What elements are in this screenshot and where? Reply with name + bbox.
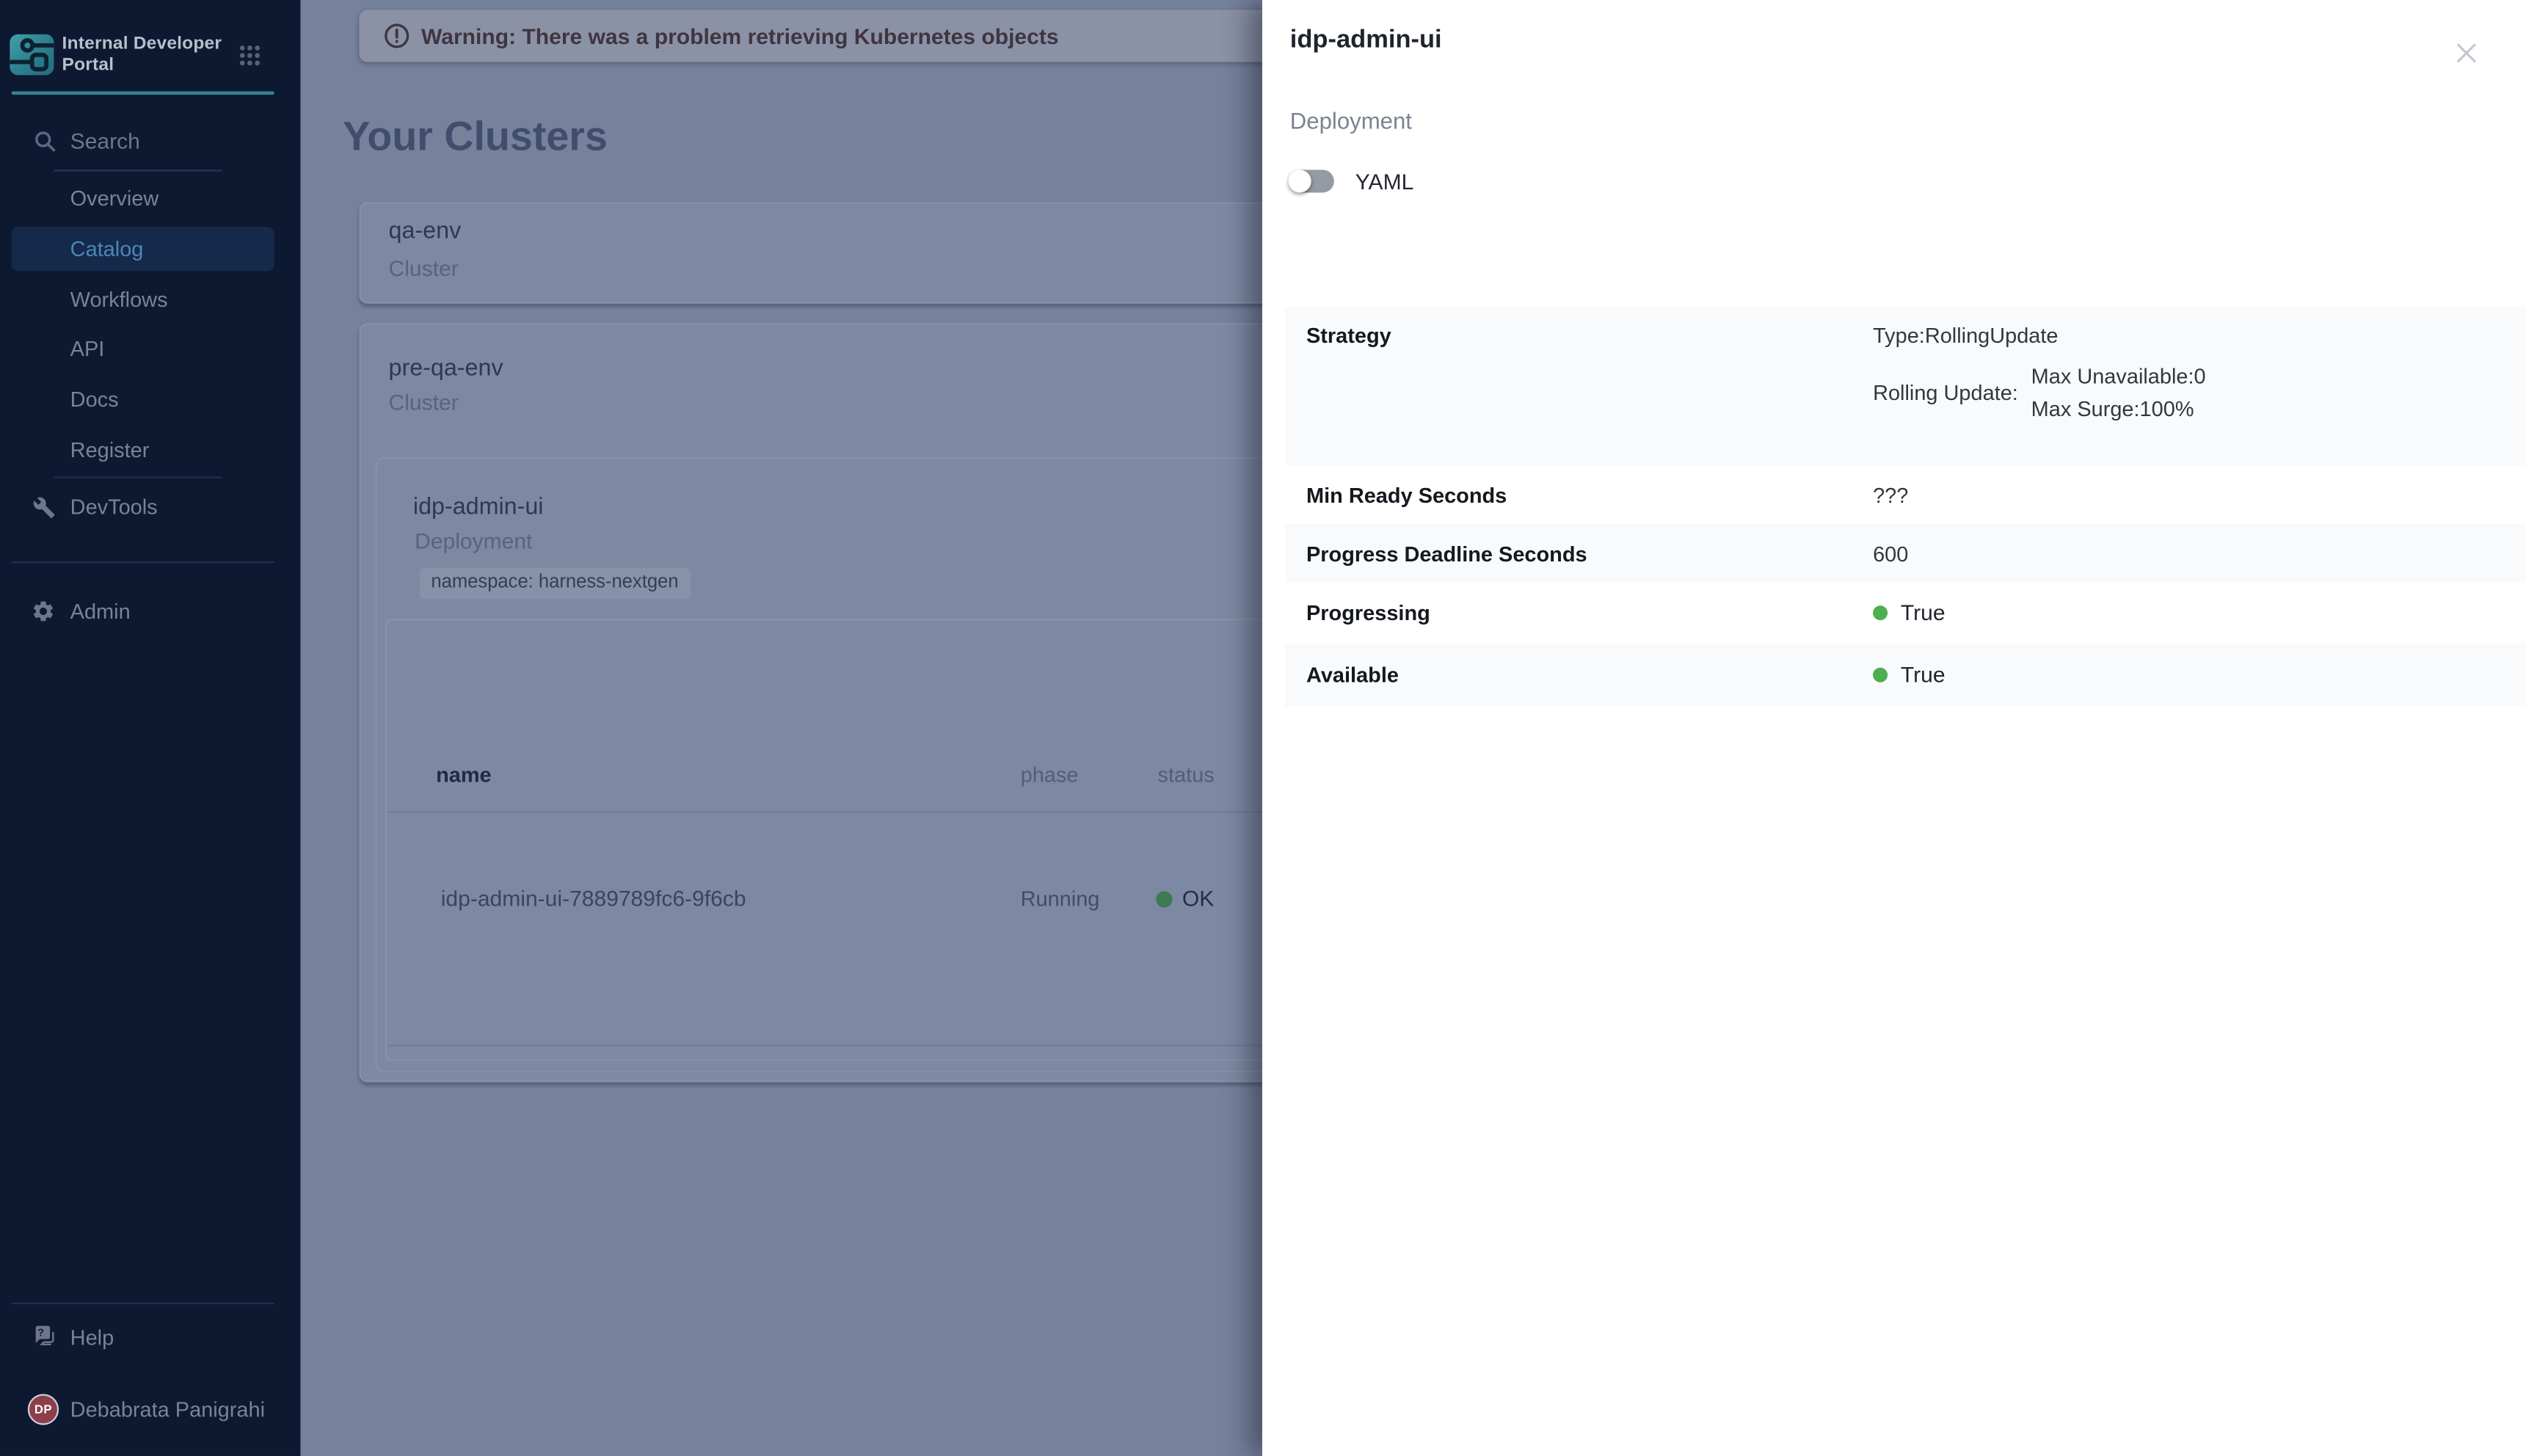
avatar[interactable]: DP bbox=[28, 1394, 59, 1424]
status-true-dot bbox=[1873, 668, 1888, 682]
detail-label: Strategy bbox=[1285, 307, 1866, 348]
sliders-logo-icon bbox=[10, 34, 54, 76]
deployment-details-drawer: idp-admin-ui Deployment YAML Strategy Ty… bbox=[1262, 0, 2526, 1456]
warning-icon bbox=[384, 23, 410, 49]
apps-grid-icon[interactable] bbox=[239, 44, 261, 67]
close-icon[interactable] bbox=[2456, 43, 2477, 64]
sidebar-item-register[interactable]: Register bbox=[70, 437, 150, 464]
max-surge: Max Surge:100% bbox=[2031, 395, 2206, 423]
toggle-thumb bbox=[1289, 170, 1311, 192]
detail-label: Progressing bbox=[1285, 601, 1866, 625]
pod-status: OK bbox=[1182, 887, 1214, 911]
detail-value: 600 bbox=[1866, 541, 2526, 565]
detail-row-strategy: Strategy Type:RollingUpdate Rolling Upda… bbox=[1285, 307, 2526, 465]
app-viewport: Internal Developer Portal Search Overvie… bbox=[0, 0, 2526, 1456]
app-title: Internal Developer Portal bbox=[62, 34, 236, 76]
status-text: True bbox=[1901, 663, 1946, 687]
user-name[interactable]: Debabrata Panigrahi bbox=[70, 1397, 265, 1424]
sidebar-item-help[interactable]: Help bbox=[70, 1325, 114, 1352]
page-title: Your Clusters bbox=[343, 114, 608, 162]
search-icon bbox=[34, 131, 56, 152]
sidebar-item-admin[interactable]: Admin bbox=[70, 599, 131, 625]
column-header-phase[interactable]: phase bbox=[1021, 762, 1079, 787]
strategy-value: Type:RollingUpdate Rolling Update: Max U… bbox=[1866, 307, 2526, 428]
sidebar-brand-divider bbox=[12, 92, 274, 95]
sidebar-divider bbox=[12, 1303, 274, 1304]
sidebar-item-devtools[interactable]: DevTools bbox=[70, 495, 158, 521]
detail-label: Min Ready Seconds bbox=[1285, 482, 1866, 506]
sidebar-item-docs[interactable]: Docs bbox=[70, 387, 119, 413]
drawer-subtitle: Deployment bbox=[1290, 108, 1412, 134]
sidebar-item-overview[interactable]: Overview bbox=[70, 186, 159, 213]
gear-icon bbox=[31, 599, 54, 622]
cluster-kind: Cluster bbox=[389, 256, 459, 280]
detail-value-status: True bbox=[1866, 663, 2526, 687]
detail-row-progressing: Progressing True bbox=[1285, 583, 2526, 643]
warning-text: Warning: There was a problem retrieving … bbox=[421, 23, 1059, 48]
detail-row-progress-deadline-seconds: Progress Deadline Seconds 600 bbox=[1285, 524, 2526, 583]
detail-value: ??? bbox=[1866, 482, 2526, 506]
search-underline bbox=[54, 170, 222, 171]
status-true-dot bbox=[1873, 605, 1888, 620]
detail-label: Available bbox=[1285, 663, 1866, 687]
rolling-update-label: Rolling Update: bbox=[1873, 380, 2018, 404]
yaml-toggle-label: YAML bbox=[1355, 170, 1414, 194]
detail-value-status: True bbox=[1866, 601, 2526, 625]
sidebar-item-label: Catalog bbox=[70, 237, 144, 263]
svg-text:?: ? bbox=[37, 1328, 44, 1339]
pod-name: idp-admin-ui-7889789fc6-9f6cb bbox=[441, 887, 746, 911]
search-label: Search bbox=[70, 129, 140, 153]
help-chat-icon: ? bbox=[33, 1324, 56, 1347]
cluster-kind: Cluster bbox=[389, 390, 459, 415]
status-ok-dot bbox=[1156, 891, 1172, 907]
cluster-name: qa-env bbox=[389, 219, 462, 245]
yaml-toggle[interactable] bbox=[1290, 170, 1334, 192]
sidebar-divider bbox=[12, 561, 274, 563]
drawer-title: idp-admin-ui bbox=[1290, 26, 1442, 56]
sidebar-item-api[interactable]: API bbox=[70, 336, 105, 363]
deployment-name: idp-admin-ui bbox=[413, 495, 544, 521]
sidebar: Internal Developer Portal Search Overvie… bbox=[0, 0, 300, 1456]
namespace-chip: namespace: harness-nextgen bbox=[420, 568, 690, 599]
deployment-kind: Deployment bbox=[415, 529, 532, 553]
idp-logo[interactable] bbox=[10, 34, 54, 76]
detail-label: Progress Deadline Seconds bbox=[1285, 541, 1866, 565]
column-header-status[interactable]: status bbox=[1158, 762, 1215, 787]
strategy-type: Type:RollingUpdate bbox=[1873, 323, 2526, 347]
sidebar-item-catalog[interactable]: Catalog bbox=[12, 227, 274, 271]
sidebar-item-workflows[interactable]: Workflows bbox=[70, 287, 168, 313]
sidebar-search[interactable]: Search bbox=[0, 127, 300, 163]
max-unavailable: Max Unavailable:0 bbox=[2031, 363, 2206, 390]
sidebar-divider bbox=[54, 476, 222, 478]
cluster-name: pre-qa-env bbox=[389, 356, 503, 382]
detail-row-min-ready-seconds: Min Ready Seconds ??? bbox=[1285, 465, 2526, 524]
deployment-details-table: Strategy Type:RollingUpdate Rolling Upda… bbox=[1285, 307, 2526, 707]
detail-row-available: Available True bbox=[1285, 643, 2526, 707]
column-header-name[interactable]: name bbox=[436, 762, 492, 787]
pod-phase: Running bbox=[1021, 887, 1100, 911]
wrench-icon bbox=[33, 496, 56, 519]
status-text: True bbox=[1901, 601, 1946, 625]
